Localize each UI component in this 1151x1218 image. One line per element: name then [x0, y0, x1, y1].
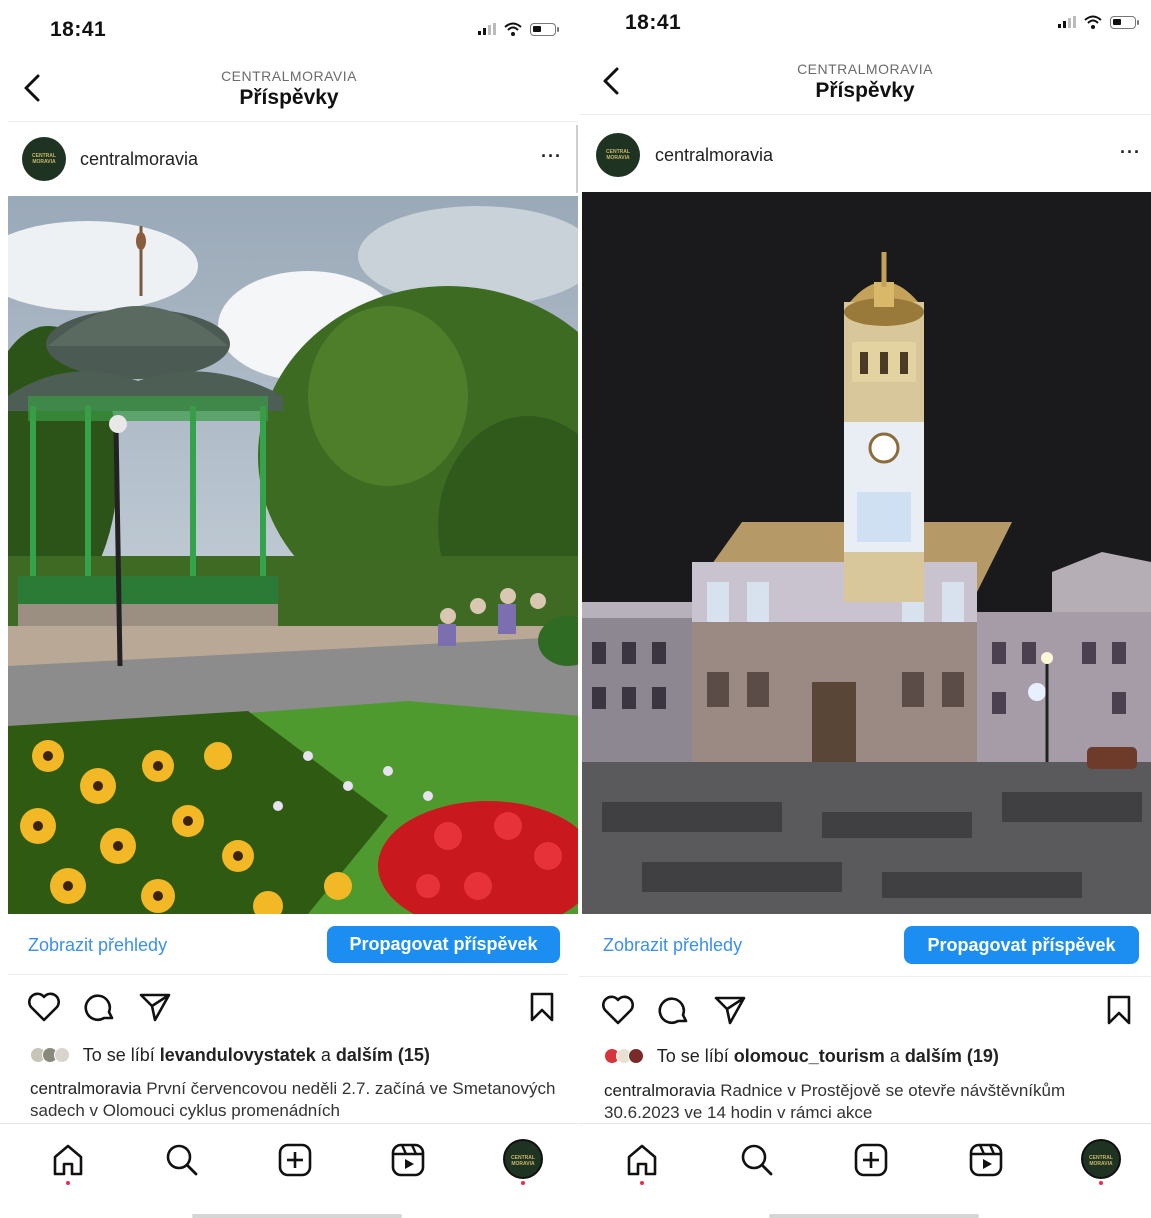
post-icons — [579, 988, 1151, 1038]
reels-icon[interactable] — [390, 1142, 426, 1178]
promote-post-button[interactable]: Propagovat příspěvek — [904, 926, 1139, 964]
home-indicator — [769, 1214, 979, 1218]
likes-summary: To se líbí levandulovystatek a dalším (1… — [30, 1045, 568, 1066]
status-icons — [1058, 15, 1139, 29]
likes-join: a — [320, 1045, 331, 1065]
page-title: Příspěvky — [815, 79, 915, 102]
scrollbar-indicator — [576, 125, 578, 193]
likes-prefix: To se líbí — [656, 1046, 729, 1066]
notification-dot — [1099, 1181, 1103, 1185]
send-icon[interactable] — [138, 991, 172, 1023]
status-time: 18:41 — [625, 11, 682, 34]
wifi-icon — [504, 22, 522, 36]
status-time: 18:41 — [50, 18, 107, 41]
add-post-icon[interactable] — [277, 1142, 313, 1178]
likes-others-link[interactable]: dalším (15) — [336, 1045, 430, 1065]
page-header: CENTRALMORAVIA Příspěvky — [579, 55, 1151, 115]
view-insights-link[interactable]: Zobrazit přehledy — [28, 935, 167, 956]
user-avatar[interactable]: CENTRAL MORAVIA — [596, 133, 640, 177]
bookmark-icon[interactable] — [1105, 994, 1133, 1026]
action-divider — [579, 976, 1151, 977]
user-avatar[interactable]: CENTRAL MORAVIA — [22, 137, 66, 181]
profile-avatar[interactable]: CENTRAL MORAVIA — [1081, 1139, 1121, 1179]
header-divider — [579, 114, 1151, 115]
liker-avatar — [628, 1048, 644, 1064]
liked-by-user[interactable]: levandulovystatek — [160, 1045, 316, 1065]
notification-dot — [640, 1181, 644, 1185]
post-caption: centralmoravia První červencovou neděli … — [30, 1078, 566, 1122]
caption-username[interactable]: centralmoravia — [30, 1079, 142, 1098]
post-username[interactable]: centralmoravia — [655, 145, 773, 166]
header-account: CENTRALMORAVIA — [221, 68, 357, 84]
notification-dot — [521, 1181, 525, 1185]
bottom-tab-bar: CENTRAL MORAVIA — [579, 1123, 1151, 1218]
status-icons — [478, 22, 559, 36]
liker-avatar — [54, 1047, 70, 1063]
post-action-bar: Zobrazit přehledy Propagovat příspěvek — [0, 915, 578, 975]
page-title: Příspěvky — [239, 86, 339, 109]
heart-icon[interactable] — [601, 994, 635, 1026]
home-icon[interactable] — [624, 1142, 660, 1178]
search-icon[interactable] — [739, 1142, 775, 1178]
action-divider — [8, 974, 568, 975]
add-post-icon[interactable] — [853, 1142, 889, 1178]
profile-avatar[interactable]: CENTRAL MORAVIA — [503, 1139, 543, 1179]
header-divider — [8, 121, 578, 122]
search-icon[interactable] — [164, 1142, 200, 1178]
caption-username[interactable]: centralmoravia — [604, 1081, 716, 1100]
comment-icon[interactable] — [657, 994, 691, 1028]
status-bar: 18:41 — [579, 5, 1151, 55]
comment-icon[interactable] — [83, 991, 117, 1025]
left-screen: 18:41 CENTRALMORAVIA Příspěvky CENTRAL M… — [0, 0, 578, 1218]
bookmark-icon[interactable] — [528, 991, 556, 1023]
likes-others-link[interactable]: dalším (19) — [905, 1046, 999, 1066]
promote-post-button[interactable]: Propagovat příspěvek — [327, 926, 560, 963]
post-username[interactable]: centralmoravia — [80, 149, 198, 170]
post-photo-bandstand[interactable] — [8, 196, 578, 914]
more-options-icon[interactable]: ··· — [1120, 142, 1141, 163]
post-photo-town-hall[interactable] — [582, 192, 1151, 914]
signal-icon — [478, 23, 496, 35]
signal-icon — [1058, 16, 1076, 28]
right-screen: 18:41 CENTRALMORAVIA Příspěvky CENTRAL M… — [579, 0, 1151, 1218]
likes-join: a — [889, 1046, 900, 1066]
battery-icon — [530, 22, 559, 36]
liked-by-user[interactable]: olomouc_tourism — [734, 1046, 885, 1066]
likes-prefix: To se líbí — [82, 1045, 155, 1065]
home-indicator — [192, 1214, 402, 1218]
view-insights-link[interactable]: Zobrazit přehledy — [603, 935, 742, 956]
wifi-icon — [1084, 15, 1102, 29]
post-caption: centralmoravia Radnice v Prostějově se o… — [604, 1080, 1139, 1124]
status-bar: 18:41 — [0, 12, 578, 62]
likes-summary: To se líbí olomouc_tourism a dalším (19) — [604, 1046, 1141, 1067]
post-header: CENTRAL MORAVIA centralmoravia ··· — [579, 120, 1151, 190]
post-header: CENTRAL MORAVIA centralmoravia ··· — [0, 124, 578, 194]
heart-icon[interactable] — [27, 991, 61, 1023]
notification-dot — [66, 1181, 70, 1185]
battery-icon — [1110, 15, 1139, 29]
header-account: CENTRALMORAVIA — [797, 61, 933, 77]
home-icon[interactable] — [50, 1142, 86, 1178]
more-options-icon[interactable]: ··· — [541, 146, 562, 167]
reels-icon[interactable] — [968, 1142, 1004, 1178]
post-action-bar: Zobrazit přehledy Propagovat příspěvek — [579, 915, 1151, 975]
page-header: CENTRALMORAVIA Příspěvky — [0, 62, 578, 122]
bottom-tab-bar: CENTRAL MORAVIA — [0, 1123, 578, 1218]
send-icon[interactable] — [713, 994, 747, 1026]
post-icons — [0, 985, 578, 1035]
